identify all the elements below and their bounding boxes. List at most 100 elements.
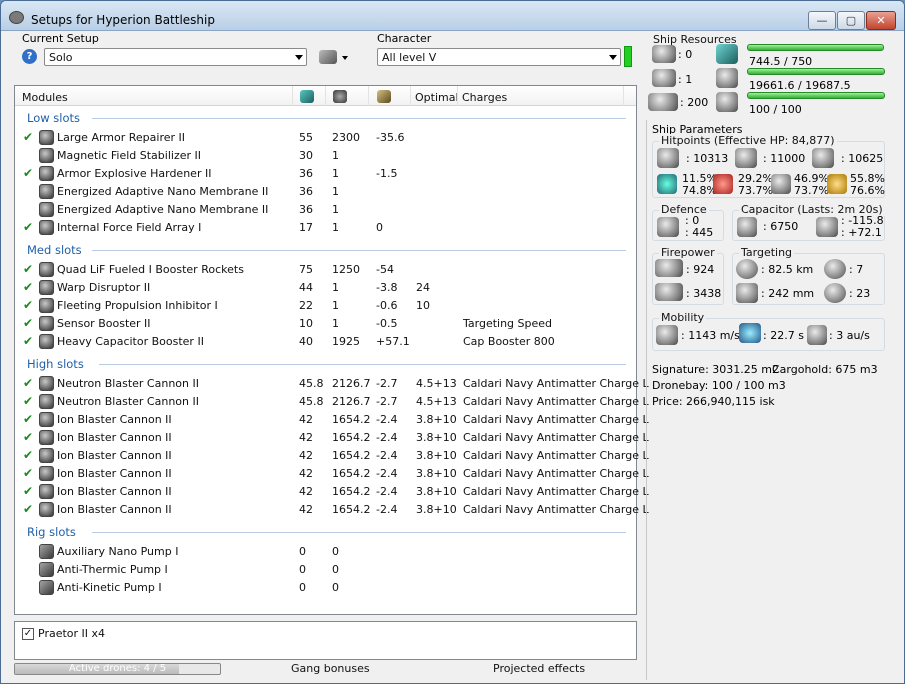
active-check-icon[interactable]: ✔ [23,298,33,312]
setup-select[interactable]: Solo [44,48,307,66]
module-row[interactable]: ✔ Warp Disruptor II 44 1 -3.8 24 [15,279,636,297]
active-check-icon[interactable]: ✔ [23,394,33,408]
module-powergrid: 0 [332,563,339,576]
drone-item[interactable]: Praetor II x4 [38,627,105,640]
active-check-icon[interactable]: ✔ [23,220,33,234]
drones-list[interactable]: ✓ Praetor II x4 [14,621,637,660]
modules-list[interactable]: Modules Optimal Charges Low slots ✔ Large … [14,85,649,615]
title-bar[interactable]: Setups for Hyperion Battleship — ▢ ✕ [1,1,904,31]
character-select[interactable]: All level V [377,48,621,66]
active-check-icon[interactable]: ✔ [23,448,33,462]
module-row[interactable]: Energized Adaptive Nano Membrane II 36 1 [15,201,636,219]
module-row[interactable]: ✔ Quad LiF Fueled I Booster Rockets 75 1250… [15,261,636,279]
module-row[interactable]: ✔ Fleeting Propulsion Inhibitor I 22 1 -0.6 1… [15,297,636,315]
powergrid-column-icon[interactable] [333,90,347,103]
modules-column-header[interactable]: Modules [22,91,68,104]
tab-gang-bonuses[interactable]: Gang bonuses [291,662,370,675]
module-row[interactable]: Anti-Kinetic Pump I 0 0 [15,579,636,597]
help-icon[interactable]: ? [22,49,37,64]
module-capacitor: -2.7 [376,395,398,408]
module-name: Anti-Thermic Pump I [57,563,168,576]
active-check-icon[interactable]: ✔ [23,466,33,480]
cpu-value: 744.5 / 750 [749,55,813,68]
dronebay: Dronebay: 100 / 100 m3 [652,379,786,392]
calibration-value: : 200 [680,96,709,109]
capacitor-column-icon[interactable] [377,90,391,103]
module-row[interactable]: Auxiliary Nano Pump I 0 0 [15,543,636,561]
active-check-icon[interactable]: ✔ [23,484,33,498]
minimize-button[interactable]: — [808,11,836,30]
max-targets-icon [824,259,846,279]
active-check-icon[interactable]: ✔ [23,334,33,348]
module-icon [39,184,54,199]
structure-icon [812,148,834,168]
close-button[interactable]: ✕ [866,11,896,30]
setup-options-icon[interactable] [319,50,337,64]
tab-projected-effects[interactable]: Projected effects [493,662,585,675]
chevron-down-icon [295,55,303,60]
active-check-icon[interactable]: ✔ [23,130,33,144]
module-row[interactable]: ✔ Neutron Blaster Cannon II 45.8 2126.7 -2.7… [15,393,649,411]
options-dropdown-icon[interactable] [342,56,348,60]
module-row[interactable]: ✔ Heavy Capacitor Booster II 40 1925 +57.1 Ca… [15,333,636,351]
active-check-icon[interactable]: ✔ [23,166,33,180]
module-row[interactable]: Energized Adaptive Nano Membrane II 36 1 [15,183,636,201]
module-icon [39,466,54,481]
volley-icon [655,283,683,301]
module-row[interactable]: Anti-Thermic Pump I 0 0 [15,561,636,579]
module-powergrid: 2126.7 [332,395,371,408]
active-check-icon[interactable]: ✔ [23,316,33,330]
capacitor-recharge: : +72.1 [841,226,882,239]
module-row[interactable]: Magnetic Field Stabilizer II 30 1 [15,147,636,165]
warp-speed-icon [807,325,827,345]
module-name: Anti-Kinetic Pump I [57,581,162,594]
module-name: Ion Blaster Cannon II [57,467,172,480]
module-capacitor: -1.5 [376,167,398,180]
launcher-hardpoints: : 1 [678,73,693,86]
module-row[interactable]: ✔ Internal Force Field Array I 17 1 0 [15,219,636,237]
charges-column-header[interactable]: Charges [462,91,507,104]
setup-window: Setups for Hyperion Battleship — ▢ ✕ Cur… [0,0,905,684]
module-row[interactable]: ✔ Neutron Blaster Cannon II 45.8 2126.7 -2.7… [15,375,649,393]
module-row[interactable]: ✔ Ion Blaster Cannon II 42 1654.2 -2.4 3.8+10… [15,447,649,465]
module-name: Neutron Blaster Cannon II [57,395,199,408]
module-row[interactable]: ✔ Armor Explosive Hardener II 36 1 -1.5 [15,165,636,183]
module-cpu: 40 [299,335,313,348]
scan-resolution: : 242 mm [761,287,815,300]
module-powergrid: 0 [332,545,339,558]
module-capacitor: -3.8 [376,281,398,294]
module-row[interactable]: ✔ Ion Blaster Cannon II 42 1654.2 -2.4 3.8+10… [15,429,649,447]
module-row[interactable]: ✔ Ion Blaster Cannon II 42 1654.2 -2.4 3.8+10… [15,483,649,501]
active-check-icon[interactable]: ✔ [23,502,33,516]
module-row[interactable]: ✔ Ion Blaster Cannon II 42 1654.2 -2.4 3.8+10… [15,411,649,429]
drone-checkbox[interactable]: ✓ [22,628,34,640]
module-row[interactable]: ✔ Ion Blaster Cannon II 42 1654.2 -2.4 3.8+10… [15,501,649,519]
module-capacitor: -2.4 [376,431,398,444]
module-powergrid: 1 [332,203,339,216]
section-divider [92,118,626,119]
module-optimal: 3.8+10 [416,503,457,516]
optimal-column-header[interactable]: Optimal [415,91,459,104]
module-name: Energized Adaptive Nano Membrane II [57,203,269,216]
active-check-icon[interactable]: ✔ [23,280,33,294]
capacitor-recharge-icon [816,217,838,237]
cpu-column-icon[interactable] [300,90,314,103]
active-check-icon[interactable]: ✔ [23,412,33,426]
active-check-icon[interactable]: ✔ [23,262,33,276]
active-check-icon[interactable]: ✔ [23,376,33,390]
targeting-range-icon [736,259,758,279]
module-name: Large Armor Repairer II [57,131,186,144]
module-name: Ion Blaster Cannon II [57,485,172,498]
active-check-icon[interactable]: ✔ [23,430,33,444]
module-cpu: 45.8 [299,395,324,408]
module-row[interactable]: ✔ Large Armor Repairer II 55 2300 -35.6 [15,129,636,147]
module-powergrid: 1 [332,299,339,312]
module-row[interactable]: ✔ Ion Blaster Cannon II 42 1654.2 -2.4 3.8+10… [15,465,649,483]
module-icon [39,220,54,235]
module-row[interactable]: ✔ Sensor Booster II 10 1 -0.5 Targeting Speed [15,315,636,333]
module-cpu: 42 [299,503,313,516]
maximize-button[interactable]: ▢ [837,11,865,30]
module-charge: Caldari Navy Antimatter Charge L [463,485,649,498]
module-capacitor: -2.4 [376,467,398,480]
module-icon [39,316,54,331]
